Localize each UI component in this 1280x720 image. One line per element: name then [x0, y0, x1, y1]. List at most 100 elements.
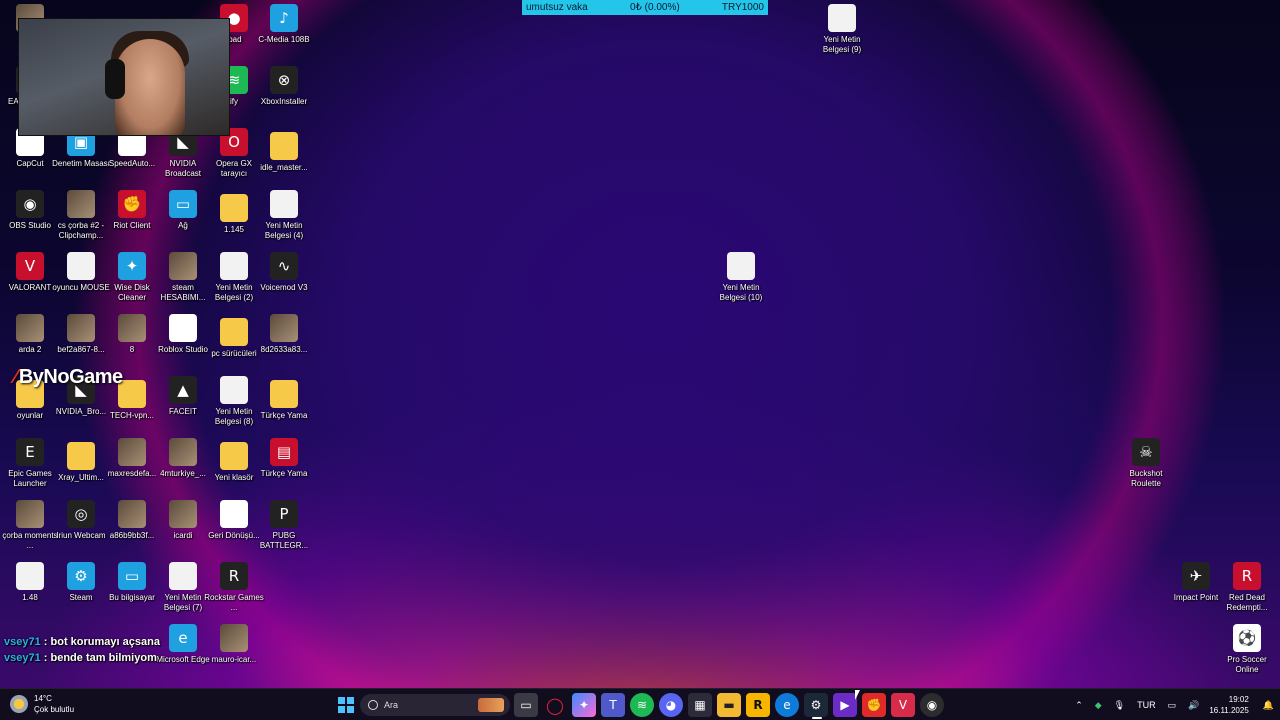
desktop-icon[interactable]: mauro-icar...	[204, 624, 264, 686]
image-icon	[169, 252, 197, 280]
taskbar-store[interactable]: ▦	[688, 693, 712, 717]
file-icon	[67, 252, 95, 280]
tray-network-icon[interactable]: ▭	[1168, 700, 1177, 711]
steam-active-indicator	[812, 717, 822, 719]
winrar-icon: ▤	[270, 438, 298, 466]
desktop-icon[interactable]: ⚽ Pro Soccer Online	[1217, 624, 1277, 686]
webcam-icon: ◎	[67, 500, 95, 528]
taskbar-spotify[interactable]: ≋	[630, 693, 654, 717]
desktop-icon-label: PUBG BATTLEGR...	[259, 531, 309, 550]
mouse-cursor-icon	[855, 690, 865, 700]
tray-volume-icon[interactable]: 🔊	[1188, 700, 1199, 711]
clipchamp-icon: ▶	[840, 698, 850, 712]
partly-cloudy-icon	[10, 695, 28, 713]
desktop-icon[interactable]: R Red Dead Redempti...	[1217, 562, 1277, 624]
roblox-icon: ◆	[169, 314, 197, 342]
file-icon	[220, 252, 248, 280]
notification-bell-icon[interactable]: 🔔	[1263, 700, 1274, 711]
taskbar-teams[interactable]: T	[601, 693, 625, 717]
desktop-icon[interactable]: ▤ Türkçe Yama	[254, 438, 314, 500]
desktop-icon-label: Voicemod V3	[260, 283, 308, 292]
desktop-icon-label: Rockstar Games ...	[204, 593, 264, 612]
taskbar-explorer[interactable]: ▬	[717, 693, 741, 717]
desktop-icon[interactable]: Türkçe Yama	[254, 376, 314, 438]
file-icon	[727, 252, 755, 280]
image-icon	[118, 438, 146, 466]
desktop-icon[interactable]: Yeni Metin Belgesi (9)	[812, 4, 872, 66]
desktop-icon[interactable]: Yeni Metin Belgesi (10)	[711, 252, 771, 314]
wise-icon: ✦	[118, 252, 146, 280]
clock-date: 16.11.2025	[1209, 706, 1249, 715]
riot-icon: ✊	[118, 190, 146, 218]
tray-chevron-up-icon[interactable]: ⌃	[1075, 700, 1083, 711]
image-icon	[118, 500, 146, 528]
folder-icon	[67, 442, 95, 470]
photo-icon	[118, 314, 146, 342]
folder-icon: ▬	[723, 698, 735, 712]
bynogame-text: ByNoGame	[18, 366, 123, 388]
taskbar-search[interactable]: Ara	[360, 694, 510, 716]
file-icon	[16, 562, 44, 590]
desktop-icon-label: idle_master...	[260, 163, 308, 172]
streamer-face	[115, 39, 185, 135]
webcam-overlay	[18, 18, 230, 136]
epic-icon: E	[16, 438, 44, 466]
taskbar-valorant[interactable]: V	[891, 693, 915, 717]
desktop-icon[interactable]: ∿ Voicemod V3	[254, 252, 314, 314]
desktop-icon[interactable]: idle_master...	[254, 128, 314, 190]
file-icon	[169, 562, 197, 590]
folder-icon	[220, 442, 248, 470]
taskbar-edge[interactable]: e	[775, 693, 799, 717]
opera-gx-icon: ◯	[546, 695, 564, 715]
rockstar-icon: R	[753, 698, 763, 712]
weather-desc: Çok bulutlu	[34, 705, 75, 714]
weather-widget[interactable]: 14°C Çok bulutlu	[10, 693, 74, 715]
taskbar-clipchamp[interactable]: ▶	[833, 693, 857, 717]
desktop-icon-label: Yeni Metin Belgesi (4)	[264, 221, 304, 240]
rockstar-icon: R	[220, 562, 248, 590]
system-tray: ⌃ ◆ 🎙 TUR ▭ 🔊 19:02 16.11.2025 🔔	[1069, 689, 1280, 720]
chat-username: vsey71	[4, 652, 41, 664]
start-button[interactable]	[334, 693, 358, 717]
taskbar-obs[interactable]: ◉	[920, 693, 944, 717]
chat-username: vsey71	[4, 636, 41, 648]
desktop-icon-label: Buckshot Roulette	[1129, 469, 1163, 488]
taskbar-rockstar[interactable]: R	[746, 693, 770, 717]
impact-point-icon: ✈	[1182, 562, 1210, 590]
steam-icon: ⚙	[810, 698, 822, 712]
donation-goal-label: umutsuz vaka	[526, 2, 588, 13]
taskbar-opera-gx[interactable]: ◯	[543, 693, 567, 717]
obs-icon: ◉	[926, 698, 938, 712]
desktop-icon[interactable]: Yeni Metin Belgesi (4)	[254, 190, 314, 252]
weather-temp: 14°C	[34, 694, 52, 703]
desktop-icon[interactable]: R Rockstar Games ...	[204, 562, 264, 624]
video-icon	[16, 500, 44, 528]
video-icon	[67, 190, 95, 218]
taskbar-discord[interactable]: ◕	[659, 693, 683, 717]
copilot-icon: ✦	[578, 698, 590, 712]
desktop-icon[interactable]: P PUBG BATTLEGR...	[254, 500, 314, 562]
file-icon	[270, 190, 298, 218]
valorant-icon: V	[898, 698, 908, 712]
taskbar-steam[interactable]: ⚙	[804, 693, 828, 717]
desktop-icon-label: 8d2633a83...	[260, 345, 308, 354]
task-view-button[interactable]: ▭	[514, 693, 538, 717]
valorant-icon: V	[16, 252, 44, 280]
bynogame-slash-icon: ⁄	[14, 366, 17, 388]
clock-time: 19:02	[1228, 695, 1249, 704]
desktop-icon[interactable]: 8d2633a83...	[254, 314, 314, 376]
taskbar-copilot[interactable]: ✦	[572, 693, 596, 717]
taskbar-riot[interactable]: ✊	[862, 693, 886, 717]
computer-icon: ▭	[118, 562, 146, 590]
chat-message: vsey71 : bende tam bilmiyom	[4, 650, 204, 666]
rdr-icon: R	[1233, 562, 1261, 590]
taskbar-clock[interactable]: 19:02 16.11.2025	[1209, 694, 1248, 716]
desktop-icon[interactable]: ⊗ XboxInstaller	[254, 66, 314, 128]
tray-mic-icon[interactable]: 🎙	[1114, 700, 1125, 711]
task-view-icon: ▭	[520, 698, 532, 712]
tray-security-icon[interactable]: ◆	[1095, 700, 1102, 711]
photo-icon	[220, 624, 248, 652]
file-icon	[220, 376, 248, 404]
tray-language[interactable]: TUR	[1137, 700, 1156, 710]
desktop-icon[interactable]: ☠ Buckshot Roulette	[1116, 438, 1176, 500]
